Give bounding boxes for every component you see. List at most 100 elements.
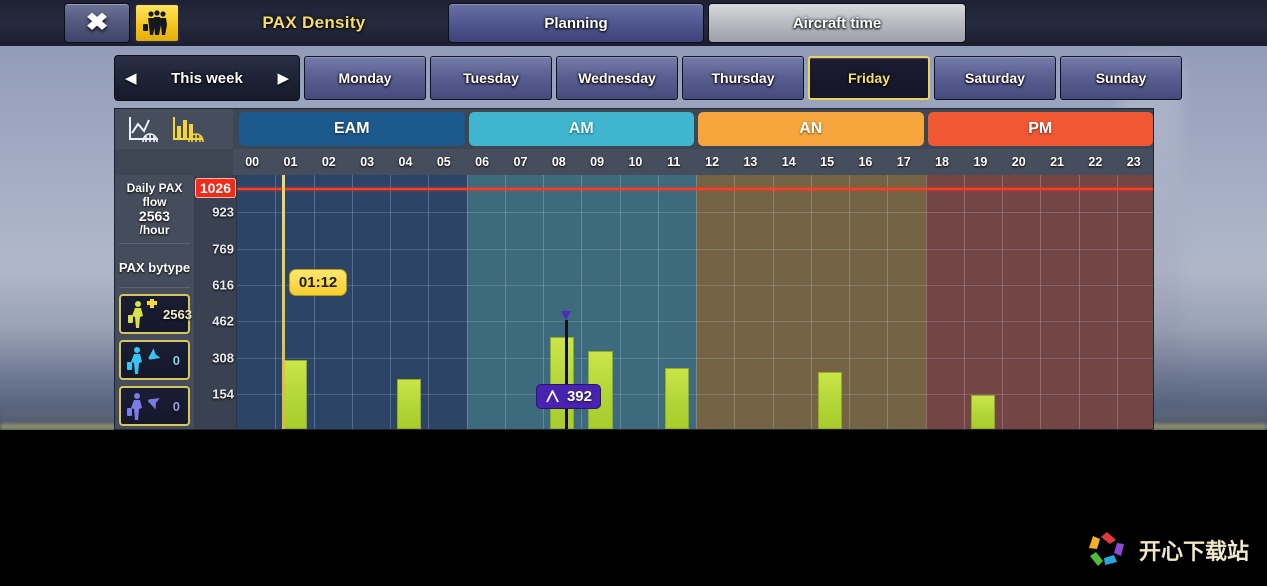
grid-line-horizontal [237, 248, 1153, 250]
flight-tooltip[interactable]: 392 [535, 383, 601, 409]
period-block-an[interactable]: AN [698, 112, 924, 146]
bar-hour-11[interactable] [664, 368, 690, 429]
grid-line-horizontal [237, 357, 1153, 359]
hour-tick-12: 12 [705, 155, 720, 169]
daily-pax-flow-unit: /hour [139, 223, 170, 237]
period-block-am[interactable]: AM [468, 112, 694, 146]
day-tab-wednesday-label: Wednesday [578, 70, 656, 86]
watermark-logo-icon [1088, 532, 1124, 566]
time-cursor-label: 01:12 [288, 269, 348, 296]
legend-row-arriving-pax[interactable]: 0 [119, 386, 190, 426]
y-axis-tick-154: 154 [212, 386, 234, 402]
threshold-line [237, 187, 1153, 190]
daily-pax-flow-subtitle: flow [142, 195, 167, 209]
hour-tick-17: 17 [896, 155, 911, 169]
tab-aircraft-time[interactable]: Aircraft time [708, 3, 966, 43]
day-tab-sunday-label: Sunday [1095, 70, 1147, 86]
day-navigation-bar: ◀ This week ▶ Monday Tuesday Wednesday T… [0, 52, 1267, 104]
watermark: 开心下载站 [1084, 528, 1249, 572]
bar-hour-19[interactable] [970, 394, 996, 429]
pax-bytype-label: PAX bytype [118, 260, 191, 275]
close-button[interactable]: ✖ [64, 3, 130, 43]
y-axis-tick-616: 616 [212, 277, 234, 293]
pax-density-panel: EAM AM AN PM 00 01 02 03 04 05 06 07 08 09 10 11 12 1… [114, 108, 1154, 430]
legend-row-total-pax[interactable]: 2563 [119, 294, 192, 334]
day-tab-saturday[interactable]: Saturday [934, 56, 1056, 100]
y-axis-tick-462: 462 [212, 313, 234, 329]
hour-axis: 00 01 02 03 04 05 06 07 08 09 10 11 12 13 14 15 16 17 18 19… [233, 149, 1153, 175]
pax-group-icon [143, 10, 167, 35]
day-tab-friday[interactable]: Friday [808, 56, 930, 100]
hour-tick-07: 07 [513, 155, 528, 169]
week-picker[interactable]: ◀ This week ▶ [114, 55, 300, 101]
grid-line-horizontal [237, 321, 1153, 323]
tab-aircraft-time-label: Aircraft time [792, 14, 882, 32]
pax-density-icon-button[interactable] [134, 3, 180, 43]
y-axis: 1026 923 769 616 462 308 154 [194, 175, 237, 429]
day-tab-wednesday[interactable]: Wednesday [556, 56, 678, 100]
hour-tick-18: 18 [935, 155, 950, 169]
top-toolbar: ✖ PAX Density Planning Aircraft time [0, 0, 1267, 46]
hour-tick-03: 03 [360, 155, 375, 169]
period-block-am-label: AM [568, 120, 594, 137]
day-tab-thursday[interactable]: Thursday [682, 56, 804, 100]
hour-tick-15: 15 [820, 155, 835, 169]
day-tab-monday-label: Monday [338, 70, 392, 86]
hour-tick-08: 08 [551, 155, 566, 169]
day-tab-saturday-label: Saturday [965, 70, 1025, 86]
period-block-eam[interactable]: EAM [239, 112, 465, 146]
time-cursor-line[interactable] [281, 175, 285, 429]
next-week-icon[interactable]: ▶ [277, 69, 289, 87]
close-icon: ✖ [85, 9, 109, 36]
grid-line-horizontal [237, 394, 1153, 396]
week-label: This week [171, 69, 243, 87]
arrival-plane-icon [546, 389, 559, 402]
pax-info-sidebar: Daily PAX flow 2563 /hour PAX bytype 256… [115, 175, 195, 429]
daily-pax-flow-block: Daily PAX flow 2563 /hour [115, 175, 194, 237]
pax-departure-plane-icon [127, 347, 161, 374]
pax-walking-plus-icon [128, 299, 157, 328]
page-title: PAX Density [262, 13, 366, 32]
period-block-eam-label: EAM [333, 120, 370, 137]
hour-tick-02: 02 [321, 155, 336, 169]
day-tab-tuesday[interactable]: Tuesday [430, 56, 552, 100]
bar-hour-08[interactable] [549, 336, 575, 429]
period-block-pm-label: PM [1028, 120, 1053, 137]
flight-marker-head-icon [560, 310, 571, 320]
day-tab-monday[interactable]: Monday [304, 56, 426, 100]
foreground-dark [0, 430, 1267, 586]
flight-tooltip-value: 392 [566, 387, 592, 405]
hour-tick-23: 23 [1126, 155, 1141, 169]
hour-tick-21: 21 [1050, 155, 1064, 169]
pax-density-plot[interactable] [237, 175, 1153, 429]
tab-planning-label: Planning [544, 14, 608, 32]
bar-hour-15[interactable] [817, 372, 843, 429]
day-tab-thursday-label: Thursday [711, 70, 775, 86]
y-axis-peak-label: 1026 [194, 177, 236, 198]
flight-marker-line [564, 319, 568, 429]
day-tab-friday-label: Friday [847, 70, 890, 86]
hour-tick-14: 14 [781, 155, 796, 169]
hour-tick-20: 20 [1011, 155, 1026, 169]
watermark-text: 开心下载站 [1138, 540, 1249, 565]
legend-value-departing-pax: 0 [172, 352, 180, 368]
hour-tick-22: 22 [1088, 155, 1103, 169]
grid-line-horizontal [237, 212, 1153, 214]
hour-tick-04: 04 [398, 155, 413, 169]
daily-pax-flow-value: 2563 [138, 208, 171, 224]
bar-hour-01[interactable] [282, 360, 307, 429]
hour-tick-13: 13 [743, 155, 758, 169]
prev-week-icon[interactable]: ◀ [125, 69, 137, 87]
y-axis-tick-308: 308 [212, 350, 234, 366]
legend-value-arriving-pax: 0 [172, 398, 180, 414]
legend-row-departing-pax[interactable]: 0 [119, 340, 190, 380]
daily-pax-flow-title: Daily PAX [126, 181, 183, 195]
hour-tick-09: 09 [590, 155, 605, 169]
day-tab-sunday[interactable]: Sunday [1060, 56, 1182, 100]
day-tab-tuesday-label: Tuesday [463, 70, 519, 86]
grid-line-horizontal [237, 284, 1153, 286]
hour-tick-11: 11 [667, 155, 681, 169]
tab-planning[interactable]: Planning [448, 3, 704, 43]
bar-hour-04[interactable] [396, 378, 422, 429]
period-block-pm[interactable]: PM [927, 112, 1153, 146]
